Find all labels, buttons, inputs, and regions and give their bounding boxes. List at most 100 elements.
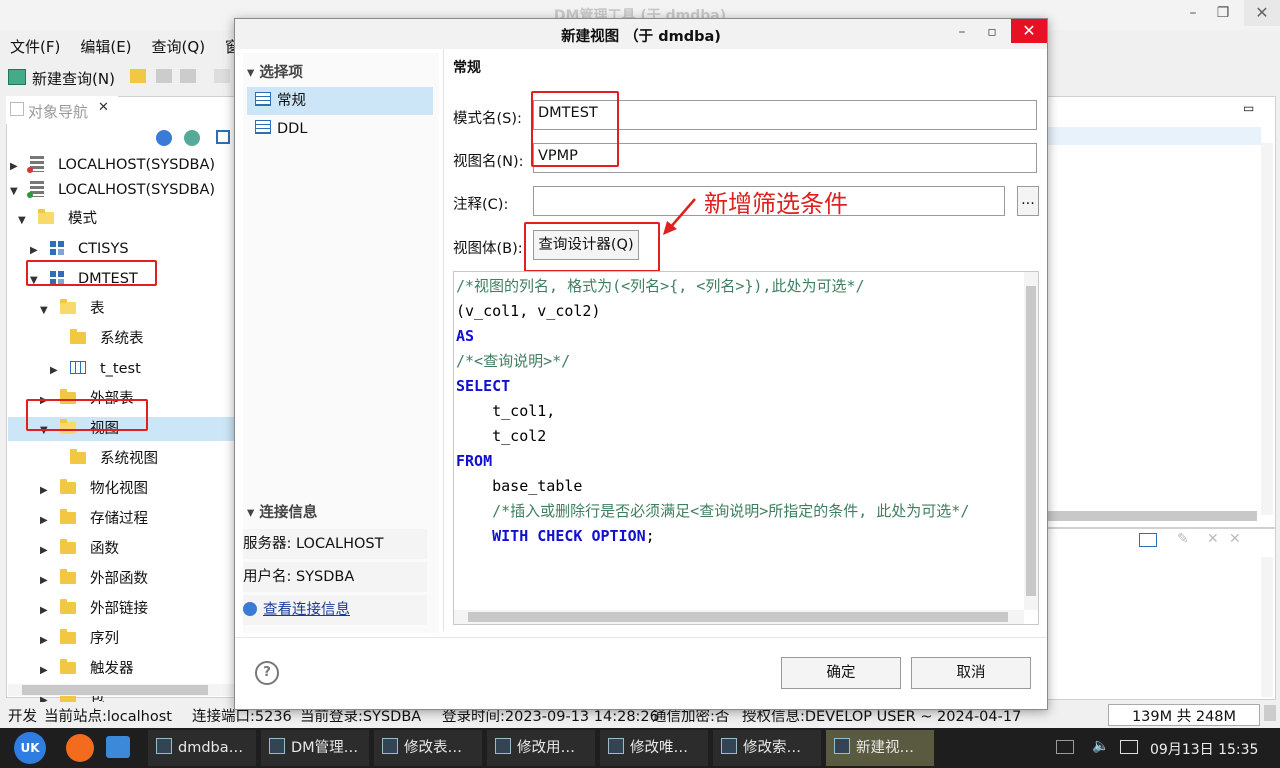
collapsed-arrow-icon[interactable]: ▶ bbox=[40, 659, 50, 683]
tree-item-label: 系统表 bbox=[100, 331, 144, 347]
taskbar-item[interactable]: dmdba… bbox=[148, 730, 256, 766]
sql-editor[interactable]: /*视图的列名, 格式为(<列名>{, <列名>}),此处为可选*/ (v_col… bbox=[453, 271, 1039, 625]
remove-icon[interactable]: ✕ bbox=[1207, 531, 1219, 547]
keyboard-icon[interactable] bbox=[1056, 740, 1074, 754]
collapsed-arrow-icon[interactable]: ▶ bbox=[40, 629, 50, 653]
tree-item[interactable]: ▶ 存储过程 bbox=[40, 507, 148, 531]
save-icon[interactable] bbox=[156, 69, 172, 83]
message-vscrollbar[interactable] bbox=[1261, 557, 1273, 697]
comment-more-button[interactable]: ... bbox=[1017, 186, 1039, 216]
minimize-icon[interactable]: – bbox=[1182, 3, 1204, 23]
restore-icon[interactable]: ❐ bbox=[1212, 3, 1234, 23]
network-icon[interactable] bbox=[1120, 740, 1138, 754]
annotation-arrow-icon bbox=[663, 198, 696, 235]
tree-item[interactable]: ▼ 表 bbox=[40, 297, 105, 321]
editor-vscroll-thumb[interactable] bbox=[1026, 286, 1036, 596]
tree-item[interactable]: ▶ 外部函数 bbox=[40, 567, 148, 591]
expanded-arrow-icon[interactable]: ▼ bbox=[18, 209, 28, 233]
nav-hscrollbar[interactable] bbox=[8, 684, 234, 696]
collapse-arrow-icon: ▾ bbox=[247, 65, 260, 81]
view-connection-link[interactable]: 查看连接信息 bbox=[263, 602, 350, 618]
trash-icon[interactable] bbox=[1264, 705, 1276, 721]
collapse-arrow-icon: ▾ bbox=[247, 505, 260, 521]
expanded-arrow-icon[interactable]: ▼ bbox=[10, 180, 20, 204]
tree-item-label: CTISYS bbox=[78, 241, 129, 257]
collapsed-arrow-icon[interactable]: ▶ bbox=[40, 539, 50, 563]
taskbar-item-label: 修改表… bbox=[404, 740, 462, 756]
help-icon[interactable]: ? bbox=[255, 661, 279, 685]
taskbar-item[interactable]: 修改用… bbox=[487, 730, 595, 766]
navigator-tab[interactable]: 对象导航 ✕ bbox=[6, 96, 118, 124]
dialog-minimize-icon[interactable]: – bbox=[951, 22, 973, 42]
firefox-icon[interactable] bbox=[66, 734, 94, 762]
tree-item[interactable]: ▼ LOCALHOST(SYSDBA) bbox=[10, 178, 215, 202]
tree-item[interactable]: ▶ 函数 bbox=[40, 537, 119, 561]
menu-edit[interactable]: 编辑(E) bbox=[70, 34, 141, 59]
start-menu-icon[interactable]: UK bbox=[14, 732, 46, 764]
open-folder-icon[interactable] bbox=[130, 69, 146, 83]
taskbar-item[interactable]: DM管理… bbox=[261, 730, 369, 766]
collapsed-arrow-icon[interactable]: ▶ bbox=[40, 509, 50, 533]
menu-query[interactable]: 查询(Q) bbox=[142, 34, 216, 59]
taskbar-item[interactable]: 修改索… bbox=[713, 730, 821, 766]
page-icon bbox=[255, 92, 271, 106]
option-ddl[interactable]: DDL bbox=[247, 115, 433, 143]
taskbar-item[interactable]: 新建视… bbox=[826, 730, 934, 766]
file-manager-icon[interactable] bbox=[106, 736, 130, 758]
editor-hscroll-thumb[interactable] bbox=[468, 612, 1008, 622]
tree-item[interactable]: ▶ LOCALHOST(SYSDBA) bbox=[10, 153, 215, 177]
new-query-button[interactable]: 新建查询(N) bbox=[32, 68, 115, 89]
dialog-maximize-icon[interactable]: ▫ bbox=[981, 22, 1003, 42]
collapsed-arrow-icon[interactable]: ▶ bbox=[40, 479, 50, 503]
options-header[interactable]: ▾ 选择项 bbox=[247, 61, 303, 82]
tree-item[interactable]: ▶ 序列 bbox=[40, 627, 119, 651]
new-query-icon[interactable] bbox=[8, 69, 26, 85]
option-general[interactable]: 常规 bbox=[247, 87, 433, 115]
save-all-icon[interactable] bbox=[180, 69, 196, 83]
panel-vscrollbar[interactable] bbox=[1261, 143, 1273, 515]
clock[interactable]: 09月13日 15:35 bbox=[1150, 739, 1258, 759]
nav-hscroll-thumb[interactable] bbox=[22, 685, 208, 695]
tree-item[interactable]: ▶ 触发器 bbox=[40, 657, 134, 681]
expanded-arrow-icon[interactable]: ▼ bbox=[40, 299, 50, 323]
editor-hscrollbar[interactable] bbox=[454, 610, 1024, 624]
disconnect-icon[interactable] bbox=[184, 130, 200, 146]
new-view-dialog: 新建视图 （于 dmdba) – ▫ ✕ ▾ 选择项 常规 DDL ▾ 连接信息… bbox=[234, 18, 1048, 710]
tree-item[interactable]: ▶ 物化视图 bbox=[40, 477, 148, 501]
tree-item[interactable]: ▼ 模式 bbox=[18, 207, 97, 231]
undo-icon[interactable] bbox=[214, 69, 230, 83]
collapsed-arrow-icon[interactable]: ▶ bbox=[10, 155, 20, 179]
tree-item[interactable]: ▶ 外部链接 bbox=[40, 597, 148, 621]
collapsed-arrow-icon[interactable]: ▶ bbox=[40, 569, 50, 593]
main-close-icon[interactable]: ✕ bbox=[1244, 0, 1280, 26]
connect-icon[interactable] bbox=[156, 130, 172, 146]
cancel-button[interactable]: 取消 bbox=[911, 657, 1031, 689]
panel-minimize-icon[interactable]: ▭ bbox=[1243, 101, 1254, 115]
clear-icon[interactable]: ✎ bbox=[1177, 531, 1189, 547]
taskbar-item[interactable]: 修改唯… bbox=[600, 730, 708, 766]
highlight-schema-view bbox=[531, 91, 619, 167]
taskbar-item[interactable]: 修改表… bbox=[374, 730, 482, 766]
volume-icon[interactable]: 🔈 bbox=[1092, 738, 1109, 754]
tree-item[interactable]: ▶ CTISYS bbox=[30, 237, 129, 261]
message-view-icon[interactable] bbox=[1139, 533, 1157, 547]
ok-button[interactable]: 确定 bbox=[781, 657, 901, 689]
tree-item[interactable]: ▶ t_test bbox=[50, 357, 141, 381]
code-token: AS bbox=[456, 327, 475, 345]
collapsed-arrow-icon[interactable]: ▶ bbox=[40, 599, 50, 623]
menu-file[interactable]: 文件(F) bbox=[0, 34, 70, 59]
folder-icon bbox=[60, 629, 76, 644]
edit-icon[interactable] bbox=[216, 130, 230, 144]
memory-indicator[interactable]: 139M 共 248M bbox=[1108, 704, 1260, 726]
tree-item[interactable]: 系统视图 bbox=[50, 447, 158, 471]
collapsed-arrow-icon[interactable]: ▶ bbox=[50, 359, 60, 383]
editor-vscrollbar[interactable] bbox=[1024, 272, 1038, 610]
dialog-close-icon[interactable]: ✕ bbox=[1011, 19, 1047, 43]
close-tab-icon[interactable]: ✕ bbox=[98, 100, 109, 115]
connection-header[interactable]: ▾ 连接信息 bbox=[247, 501, 317, 522]
remove-all-icon[interactable]: ✕ bbox=[1229, 531, 1241, 547]
tree-item[interactable]: 系统表 bbox=[50, 327, 144, 351]
panel-hscroll-thumb[interactable] bbox=[1047, 511, 1257, 521]
code-line: t_col1, bbox=[456, 399, 555, 424]
